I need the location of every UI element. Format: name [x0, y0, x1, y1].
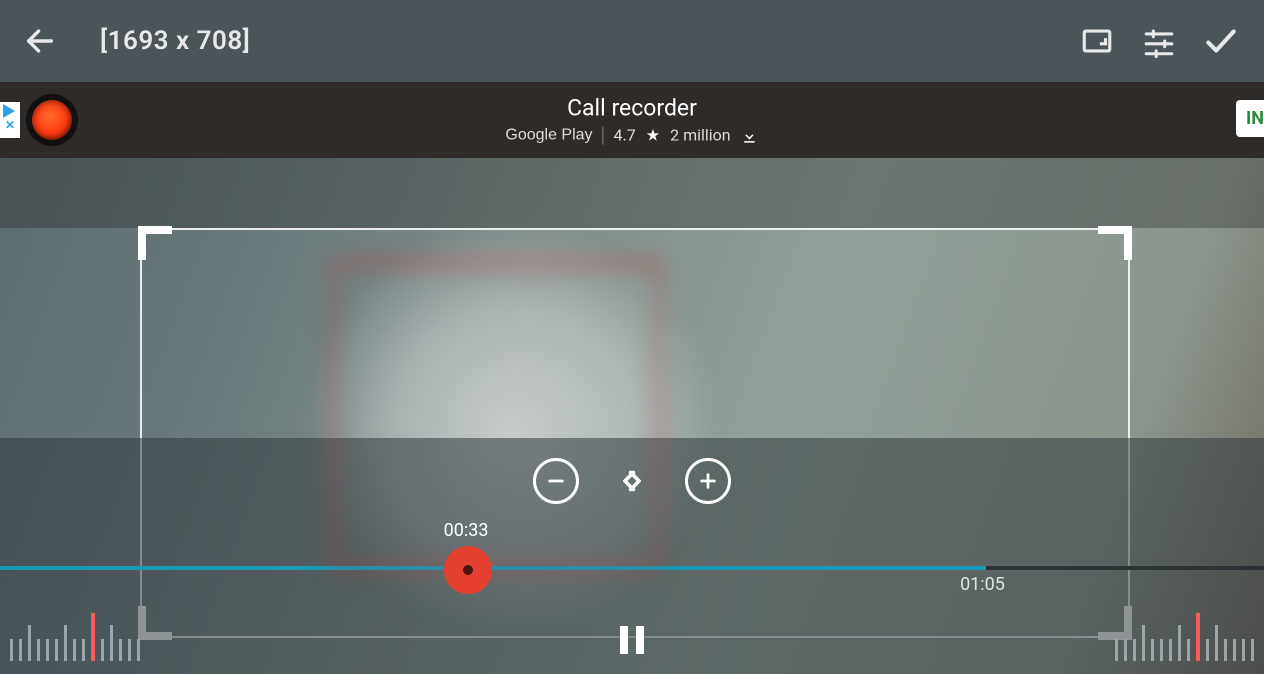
google-play-label: Google Play	[505, 126, 592, 144]
pause-icon	[620, 626, 628, 654]
divider	[603, 126, 604, 144]
ruler-marker[interactable]	[1196, 613, 1200, 661]
ad-close-icon[interactable]: ✕	[0, 118, 20, 132]
install-label: IN	[1246, 108, 1264, 129]
check-icon	[1202, 22, 1240, 60]
crop-handle-tl[interactable]	[138, 226, 172, 260]
time-current: 00:33	[444, 520, 489, 541]
ruler-marker[interactable]	[91, 613, 95, 661]
ad-downloads: 2 million	[670, 126, 731, 145]
crop-handle-tr[interactable]	[1098, 226, 1132, 260]
ad-banner[interactable]: ✕ Call recorder Google Play 4.7 ★ 2 mill…	[0, 82, 1264, 158]
crop-mask-top	[0, 158, 1264, 228]
time-end: 01:05	[960, 574, 1005, 595]
ad-rating: 4.7	[614, 126, 636, 145]
settings-sliders-button[interactable]	[1136, 18, 1182, 64]
ad-content: Call recorder Google Play 4.7 ★ 2 millio…	[505, 95, 758, 146]
video-stage: 00:33 01:05	[0, 158, 1264, 674]
confirm-button[interactable]	[1198, 18, 1244, 64]
ruler-left[interactable]	[10, 613, 140, 661]
plus-icon	[697, 470, 719, 492]
ad-app-icon	[26, 94, 78, 146]
scrubber-dot-icon	[463, 565, 473, 575]
timeline-progress	[0, 566, 468, 570]
aspect-ratio-button[interactable]	[1074, 18, 1120, 64]
top-toolbar: [1693 x 708]	[0, 0, 1264, 82]
adchoices-icon	[3, 104, 15, 118]
download-icon	[741, 126, 759, 146]
pause-icon	[636, 626, 644, 654]
reset-zoom-button[interactable]	[609, 458, 655, 504]
zoom-out-button[interactable]	[533, 458, 579, 504]
aspect-ratio-icon	[1080, 24, 1114, 58]
crop-dimensions-label: [1693 x 708]	[100, 26, 250, 56]
install-button[interactable]: IN	[1236, 100, 1264, 137]
star-icon: ★	[646, 126, 660, 145]
minus-icon	[545, 470, 567, 492]
arrow-left-icon	[23, 24, 57, 58]
ruler-right[interactable]	[1115, 613, 1254, 661]
code-icon	[615, 464, 649, 498]
back-button[interactable]	[20, 21, 60, 61]
timeline-scrubber[interactable]	[444, 546, 492, 594]
zoom-controls	[0, 458, 1264, 504]
pause-button[interactable]	[612, 620, 652, 660]
ad-title: Call recorder	[505, 95, 758, 122]
timeline-remaining	[468, 566, 986, 570]
sliders-icon	[1142, 24, 1176, 58]
zoom-in-button[interactable]	[685, 458, 731, 504]
timeline-track[interactable]	[0, 566, 1264, 570]
adchoices-badge[interactable]: ✕	[0, 102, 20, 138]
